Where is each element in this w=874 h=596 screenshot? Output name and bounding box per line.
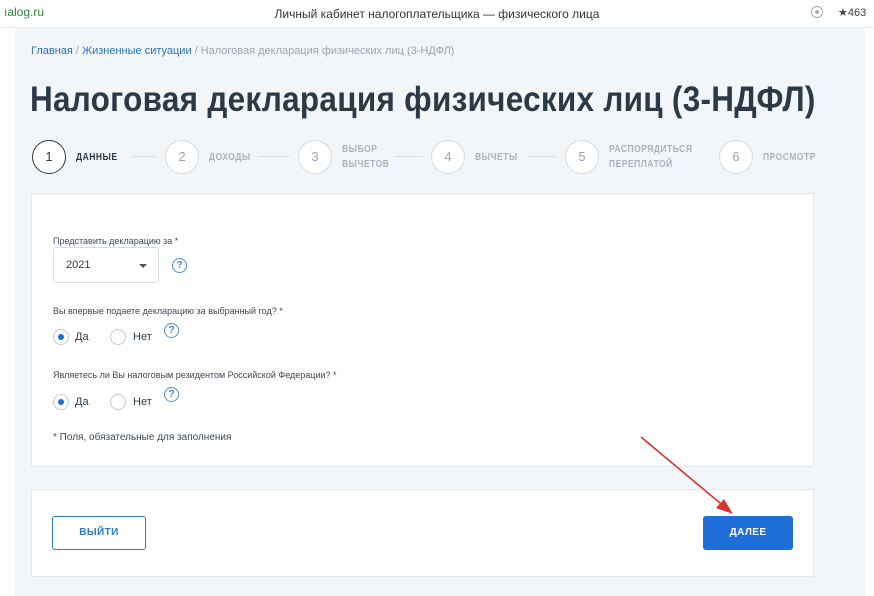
chevron-down-icon [139,264,147,268]
actions-card [31,489,814,577]
browser-bar: ıalog.ru Личный кабинет налогоплательщик… [0,0,874,28]
first-time-question: Вы впервые подаете декларацию за выбранн… [53,306,283,316]
breadcrumb-current: Налоговая декларация физических лиц (3-Н… [200,45,455,57]
breadcrumb-life-situations[interactable]: Жизненные ситуации [82,45,192,57]
breadcrumb: Главная / Жизненные ситуации / Налоговая дек… [31,45,454,57]
rating-badge[interactable]: ★463 [838,6,866,19]
help-icon[interactable]: ? [164,387,179,402]
first-time-yes-radio[interactable] [53,329,69,345]
step-connector [395,156,423,157]
help-icon[interactable]: ? [172,258,187,273]
help-icon[interactable]: ? [164,323,179,338]
resident-question: Являетесь ли Вы налоговым резидентом Рос… [53,370,337,380]
breadcrumb-home[interactable]: Главная [31,45,73,57]
first-time-yes-label[interactable]: Да [75,331,89,343]
step-connector [258,156,290,157]
step-label: Выбор вычетов [342,144,390,170]
form-card [31,193,814,467]
step-connector [528,156,556,157]
step-number: 5 [565,140,599,174]
year-question: Представить декларацию за * [53,236,179,246]
step-number: 1 [32,140,66,174]
resident-yes-radio[interactable] [53,394,69,410]
step-number: 3 [298,140,332,174]
first-time-no-radio[interactable] [110,329,126,345]
year-select[interactable]: 2021 [53,247,159,283]
step-number: 4 [431,140,465,174]
resident-no-radio[interactable] [110,394,126,410]
resident-yes-label[interactable]: Да [75,396,89,408]
step-label: Данные [76,152,118,163]
next-button[interactable]: ДАЛЕЕ [703,516,793,550]
window-title: Личный кабинет налогоплательщика — физич… [274,7,600,21]
year-select-value: 2021 [66,259,91,271]
step-number: 2 [165,140,199,174]
required-fields-note: * Поля, обязательные для заполнения [53,432,232,443]
step-label: Доходы [209,152,251,163]
step-label: Просмотр [763,152,816,163]
step-label: Распорядиться переплатой [609,144,693,170]
share-icon[interactable] [811,6,823,18]
page-title: Налоговая декларация физических лиц (3-Н… [30,80,816,119]
step-label: Вычеты [475,152,518,163]
step-number: 6 [719,140,753,174]
first-time-no-label[interactable]: Нет [133,331,152,343]
resident-no-label[interactable]: Нет [133,396,152,408]
exit-button[interactable]: ВЫЙТИ [52,516,146,550]
breadcrumb-separator: / [194,45,198,57]
step-connector [132,156,156,157]
breadcrumb-separator: / [75,45,79,57]
